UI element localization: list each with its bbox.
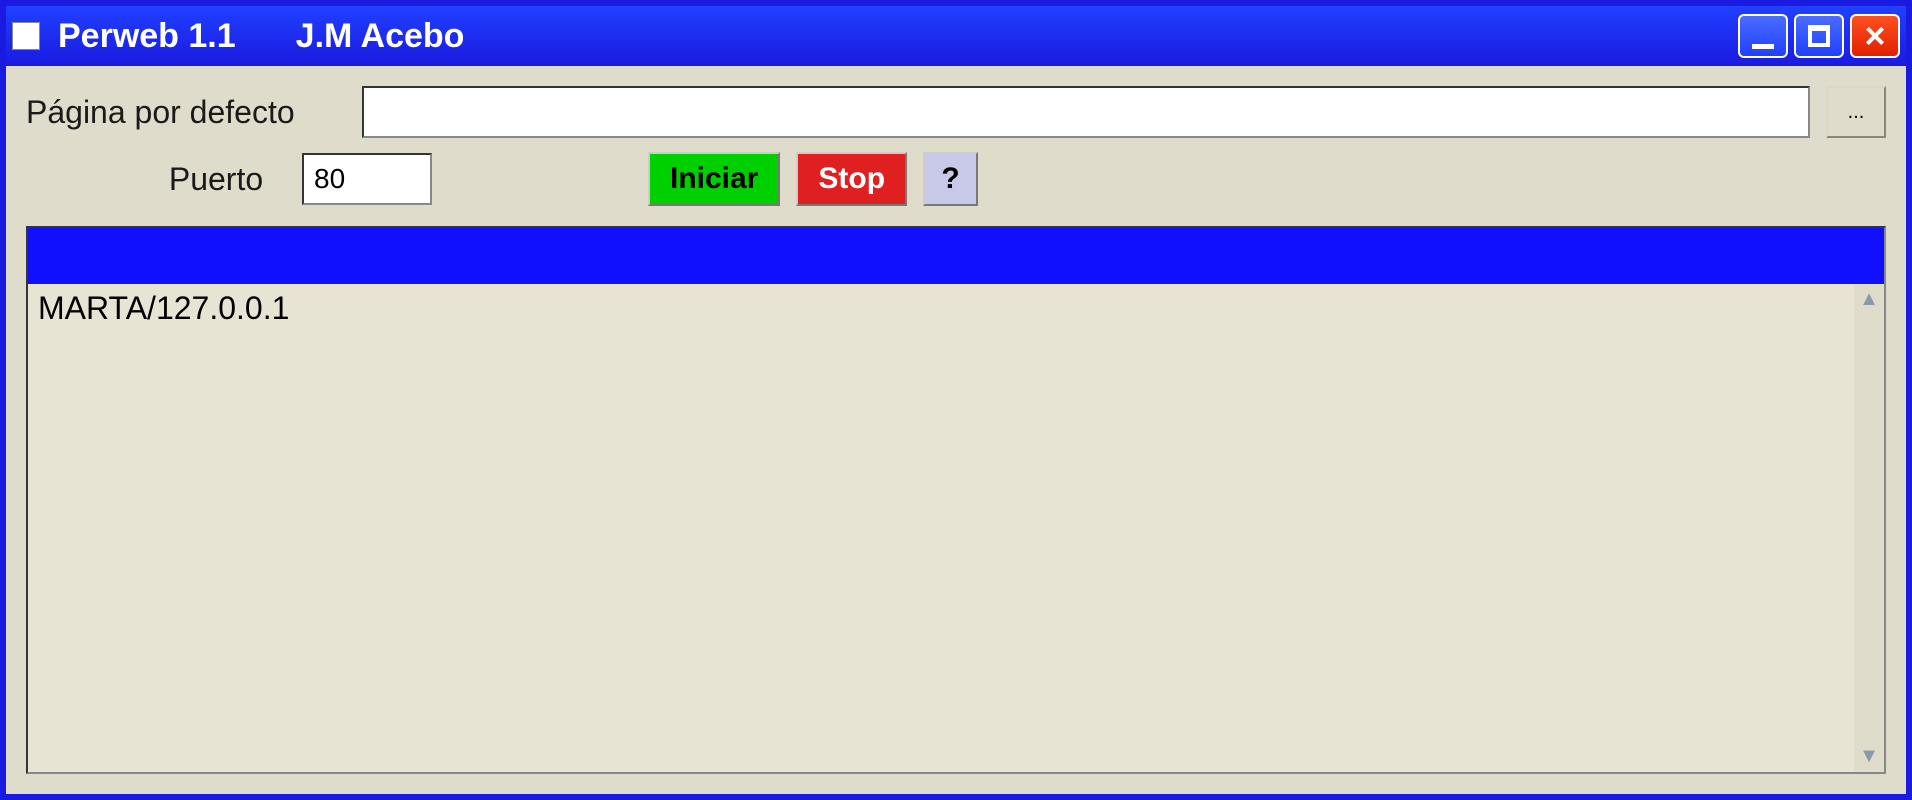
window-controls: ×: [1738, 14, 1900, 58]
list-body[interactable]: MARTA/127.0.0.1 ▲ ▼: [28, 284, 1884, 772]
scroll-down-icon: ▼: [1859, 745, 1879, 768]
minimize-icon: [1752, 44, 1774, 49]
titlebar[interactable]: Perweb 1.1 J.M Acebo ×: [6, 6, 1906, 66]
default-page-input[interactable]: [362, 86, 1810, 138]
port-input[interactable]: [302, 153, 432, 205]
close-icon: ×: [1864, 18, 1885, 54]
default-page-label: Página por defecto: [26, 94, 346, 131]
list-item[interactable]: MARTA/127.0.0.1: [38, 290, 1874, 327]
maximize-button[interactable]: [1794, 14, 1844, 58]
title-author: J.M Acebo: [296, 17, 465, 56]
default-page-row: Página por defecto ...: [26, 86, 1886, 138]
maximize-icon: [1808, 25, 1830, 47]
connection-list: MARTA/127.0.0.1 ▲ ▼: [26, 226, 1886, 774]
iniciar-button[interactable]: Iniciar: [648, 152, 780, 206]
list-header[interactable]: [28, 228, 1884, 284]
window-title: Perweb 1.1 J.M Acebo: [58, 17, 464, 56]
close-button[interactable]: ×: [1850, 14, 1900, 58]
port-row: Puerto Iniciar Stop ?: [26, 152, 1886, 206]
browse-button[interactable]: ...: [1826, 86, 1886, 138]
scroll-up-icon: ▲: [1859, 288, 1879, 311]
minimize-button[interactable]: [1738, 14, 1788, 58]
titlebar-left: Perweb 1.1 J.M Acebo: [12, 17, 1738, 56]
stop-button[interactable]: Stop: [796, 152, 907, 206]
application-window: Perweb 1.1 J.M Acebo × Página por defect…: [0, 0, 1912, 800]
app-icon: [12, 22, 40, 50]
client-area: Página por defecto ... Puerto Iniciar St…: [6, 66, 1906, 794]
help-button[interactable]: ?: [923, 152, 978, 206]
vertical-scrollbar[interactable]: ▲ ▼: [1854, 284, 1884, 772]
port-label: Puerto: [146, 161, 286, 198]
title-app: Perweb 1.1: [58, 17, 236, 56]
